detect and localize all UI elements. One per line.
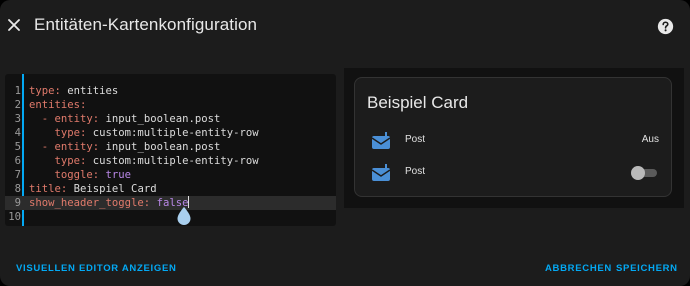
yaml-value: entities bbox=[60, 85, 119, 97]
dialog-header: Entitäten-Kartenkonfiguration bbox=[0, 0, 690, 52]
yaml-value: custom:multiple-entity-row bbox=[86, 155, 259, 167]
line-number: 2 bbox=[14, 99, 21, 111]
editor-line[interactable]: 10 bbox=[5, 210, 336, 224]
line-code: - entity: input_boolean.post bbox=[29, 140, 221, 154]
selection-drag-handle[interactable] bbox=[176, 206, 192, 226]
entity-state: Aus bbox=[641, 134, 659, 145]
line-number: 10 bbox=[8, 211, 21, 223]
line-code: title: Beispiel Card bbox=[29, 182, 157, 196]
yaml-value: true bbox=[99, 169, 132, 181]
line-number: 8 bbox=[14, 183, 21, 195]
yaml-key: type: bbox=[29, 155, 87, 167]
line-number: 7 bbox=[14, 169, 21, 181]
yaml-key: - entity: bbox=[29, 141, 100, 153]
yaml-code-editor[interactable]: 1 type: entities 2 entities: 3 - entity: inp… bbox=[5, 74, 336, 226]
line-number: 6 bbox=[14, 155, 21, 167]
line-code: type: custom:multiple-entity-row bbox=[29, 126, 259, 140]
line-code: entities: bbox=[29, 98, 86, 112]
yaml-value: input_boolean.post bbox=[99, 141, 221, 153]
cancel-button[interactable]: ABBRECHEN bbox=[545, 263, 612, 274]
show-visual-editor-button[interactable]: VISUELLEN EDITOR ANZEIGEN bbox=[16, 263, 177, 274]
help-button[interactable] bbox=[655, 16, 675, 36]
yaml-key: type: bbox=[29, 127, 87, 139]
dialog-title: Entitäten-Kartenkonfiguration bbox=[34, 15, 258, 34]
line-number: 5 bbox=[14, 141, 21, 153]
save-button[interactable]: SPEICHERN bbox=[616, 263, 678, 274]
entity-row[interactable]: Post Aus bbox=[355, 128, 671, 154]
close-icon bbox=[8, 19, 20, 31]
line-code: type: entities bbox=[29, 84, 118, 98]
mailbox-icon bbox=[371, 132, 391, 149]
entities-card-preview: Beispiel Card Post Aus Post bbox=[354, 77, 672, 197]
editor-line[interactable]: 5 - entity: input_boolean.post bbox=[5, 140, 336, 154]
line-number: 9 bbox=[14, 197, 21, 209]
editor-line[interactable]: 4 type: custom:multiple-entity-row bbox=[5, 126, 336, 140]
line-code: type: custom:multiple-entity-row bbox=[29, 154, 259, 168]
editor-line[interactable]: 6 type: custom:multiple-entity-row bbox=[5, 154, 336, 168]
card-title: Beispiel Card bbox=[367, 93, 469, 112]
line-code: - entity: input_boolean.post bbox=[29, 112, 221, 126]
editor-line[interactable]: 8 title: Beispiel Card bbox=[5, 182, 336, 196]
yaml-key: entities: bbox=[29, 99, 87, 111]
editor-line[interactable]: 1 type: entities bbox=[5, 84, 336, 98]
editor-line[interactable]: 7 toggle: true bbox=[5, 168, 336, 182]
card-config-dialog: Entitäten-Kartenkonfiguration 1 type: ent… bbox=[0, 0, 690, 286]
mailbox-icon bbox=[371, 164, 391, 181]
close-button[interactable] bbox=[4, 12, 24, 38]
entity-name: Post bbox=[405, 134, 426, 145]
entity-name: Post bbox=[405, 166, 426, 177]
help-circle-icon bbox=[657, 18, 673, 34]
yaml-key: show_header_toggle: bbox=[29, 197, 151, 209]
yaml-value: input_boolean.post bbox=[99, 113, 221, 125]
entity-row[interactable]: Post bbox=[355, 160, 671, 186]
yaml-value: custom:multiple-entity-row bbox=[86, 127, 259, 139]
yaml-key: type: bbox=[29, 85, 61, 97]
line-number: 1 bbox=[14, 85, 21, 97]
editor-line[interactable]: 3 - entity: input_boolean.post bbox=[5, 112, 336, 126]
entity-toggle-switch[interactable] bbox=[631, 166, 657, 180]
toggle-thumb bbox=[631, 166, 645, 180]
line-code: toggle: true bbox=[29, 168, 132, 182]
line-code: show_header_toggle: false bbox=[29, 196, 190, 210]
editor-line[interactable]: 2 entities: bbox=[5, 98, 336, 112]
yaml-key: title: bbox=[29, 183, 68, 195]
yaml-value: Beispiel Card bbox=[67, 183, 157, 195]
line-number: 4 bbox=[14, 127, 21, 139]
editor-line[interactable]: 9 show_header_toggle: false bbox=[5, 196, 336, 210]
line-number: 3 bbox=[14, 113, 21, 125]
yaml-key: - entity: bbox=[29, 113, 100, 125]
yaml-key: toggle: bbox=[29, 169, 100, 181]
